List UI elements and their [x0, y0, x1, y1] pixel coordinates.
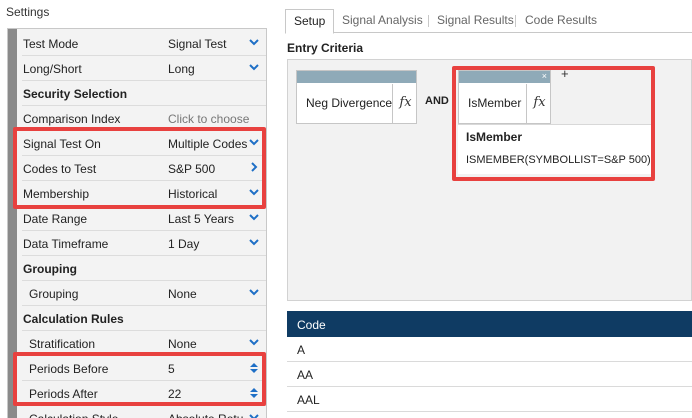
highlight-box-ismember — [452, 66, 655, 181]
block-drag-bar[interactable] — [297, 71, 416, 83]
setting-label: Calculation Rules — [23, 312, 124, 326]
setting-label: Test Mode — [23, 37, 79, 51]
setting-value[interactable]: Absolute Retu — [168, 412, 243, 418]
setting-label: Data Timeframe — [23, 237, 109, 251]
chevron-down-icon[interactable] — [248, 236, 262, 250]
setting-row-date-range[interactable]: Date Range Last 5 Years — [22, 206, 266, 231]
table-row[interactable]: AA — [287, 362, 692, 387]
code-table: Code A AA AAL — [287, 311, 692, 418]
tab-separator — [515, 15, 516, 27]
tab-setup[interactable]: Setup — [285, 9, 335, 34]
highlight-box-periods — [13, 352, 266, 406]
operator-label[interactable]: AND — [425, 95, 449, 107]
tab-signal-results[interactable]: Signal Results — [437, 13, 514, 27]
table-row[interactable]: AAL — [287, 387, 692, 412]
tab-signal-analysis[interactable]: Signal Analysis — [342, 13, 423, 27]
setting-row-grouping[interactable]: Grouping None — [22, 281, 266, 306]
setting-label: Grouping — [29, 287, 79, 301]
setting-row-data-timeframe[interactable]: Data Timeframe 1 Day — [22, 231, 266, 256]
chevron-down-icon[interactable] — [248, 211, 262, 225]
settings-title: Settings — [6, 5, 50, 19]
chevron-down-icon[interactable] — [248, 61, 262, 75]
tab-code-results[interactable]: Code Results — [525, 13, 597, 27]
criteria-block-neg-divergence[interactable]: Neg Divergence fx — [296, 70, 417, 124]
setting-label: Comparison Index — [23, 112, 121, 126]
setting-label: Calculation Style — [29, 412, 118, 418]
section-header-grouping: Grouping — [22, 256, 266, 281]
setting-value[interactable]: None — [168, 337, 197, 351]
tab-separator — [428, 15, 429, 27]
section-header-security-selection: Security Selection — [22, 81, 266, 106]
code-column-header[interactable]: Code — [287, 311, 692, 337]
table-row[interactable]: A — [287, 337, 692, 362]
chevron-down-icon[interactable] — [248, 36, 262, 50]
setting-value[interactable]: Signal Test — [168, 37, 226, 51]
setting-value[interactable]: None — [168, 287, 197, 301]
setting-value[interactable]: Last 5 Years — [168, 212, 234, 226]
fx-icon[interactable]: fx — [392, 84, 418, 124]
block-name: Neg Divergence — [306, 96, 393, 110]
setting-value[interactable]: Click to choose — [168, 112, 249, 126]
setting-value[interactable]: 1 Day — [168, 237, 199, 251]
section-header-calculation-rules: Calculation Rules — [22, 306, 266, 331]
chevron-down-icon[interactable] — [248, 411, 262, 418]
entry-criteria-title: Entry Criteria — [287, 41, 364, 55]
setting-row-long-short[interactable]: Long/Short Long — [22, 56, 266, 81]
setting-value[interactable]: Long — [168, 62, 195, 76]
tab-bar: Setup Signal Analysis Signal Results Cod… — [285, 9, 692, 34]
setting-label: Security Selection — [23, 87, 128, 101]
setting-row-test-mode[interactable]: Test Mode Signal Test — [22, 31, 266, 56]
setting-label: Stratification — [29, 337, 96, 351]
setting-row-calculation-style[interactable]: Calculation Style Absolute Retu — [22, 406, 266, 418]
setting-label: Date Range — [23, 212, 88, 226]
setting-label: Long/Short — [23, 62, 82, 76]
chevron-down-icon[interactable] — [248, 336, 262, 350]
setting-label: Grouping — [23, 262, 77, 276]
highlight-box-codes — [13, 127, 266, 209]
chevron-down-icon[interactable] — [248, 286, 262, 300]
